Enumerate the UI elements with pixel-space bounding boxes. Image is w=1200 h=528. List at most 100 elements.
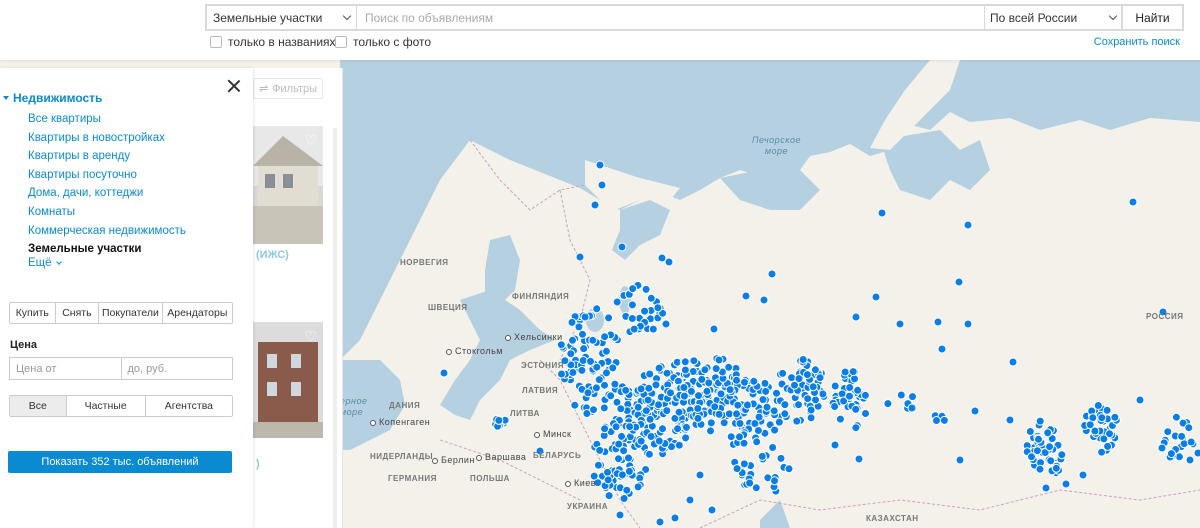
listing-marker[interactable] [1027,452,1036,462]
listing-marker[interactable] [674,440,684,450]
listing-marker[interactable] [594,375,604,385]
listing-marker[interactable] [955,455,965,465]
listing-marker[interactable] [645,369,655,379]
listing-marker[interactable] [579,344,589,354]
listing-marker[interactable] [1103,441,1113,451]
checkbox-box[interactable] [210,36,222,48]
listing-marker[interactable] [658,424,667,434]
listing-marker[interactable] [603,475,613,485]
listing-marker[interactable] [1046,456,1056,466]
listing-marker[interactable] [714,355,724,365]
listing-marker[interactable] [883,399,893,409]
listing-marker[interactable] [636,436,646,446]
listing-marker[interactable] [633,402,643,412]
sidebar-item-4[interactable]: Дома, дачи, коттеджи [28,184,186,203]
listing-marker[interactable] [604,491,614,501]
listing-marker[interactable] [845,383,855,392]
listing-marker[interactable] [757,451,767,461]
listing-marker[interactable] [666,388,675,398]
search-input[interactable]: Поиск по объявлениям [357,6,984,29]
favorite-icon[interactable]: ♡ [304,328,317,345]
listing-marker[interactable] [617,431,626,441]
listing-marker[interactable] [583,388,593,398]
price-to-input[interactable]: до, руб. [122,358,233,379]
listing-marker[interactable] [776,453,786,463]
listing-marker[interactable] [710,402,720,412]
listing-marker[interactable] [662,406,672,416]
listing-marker[interactable] [732,375,741,385]
listing-marker[interactable] [614,454,623,464]
listing-marker[interactable] [908,392,917,402]
listing-marker[interactable] [848,367,858,377]
listing-marker[interactable] [679,383,689,392]
listing-marker[interactable] [702,386,712,396]
listing-marker[interactable] [767,269,777,279]
listing-marker[interactable] [735,432,744,442]
listing-marker[interactable] [1166,449,1176,459]
listing-marker[interactable] [615,510,625,520]
listing-thumbnail[interactable]: ♡ [253,322,323,438]
listing-marker[interactable] [653,303,663,313]
listing-marker[interactable] [578,356,588,365]
scrollbar[interactable] [333,128,337,528]
listing-marker[interactable] [1061,479,1071,489]
listing-title[interactable]: (ИЖС) [256,249,289,261]
price-from-input[interactable]: Цена от [10,358,122,379]
listing-marker[interactable] [566,349,576,359]
listing-marker[interactable] [792,416,802,426]
listing-marker[interactable] [693,404,703,413]
listing-marker[interactable] [1035,464,1045,474]
listing-marker[interactable] [627,300,637,310]
listing-marker[interactable] [780,409,790,419]
listing-marker[interactable] [588,335,598,345]
listing-marker[interactable] [595,160,605,170]
show-results-button[interactable]: Показать 352 тыс. объявлений [8,451,232,473]
listing-marker[interactable] [907,403,917,413]
listing-marker[interactable] [1005,415,1015,425]
listing-marker[interactable] [851,312,861,322]
listing-marker[interactable] [617,470,627,480]
listing-marker[interactable] [803,394,813,404]
listing-marker[interactable] [1097,413,1107,423]
listing-marker[interactable] [628,284,638,294]
listing-marker[interactable] [654,363,664,373]
listing-marker[interactable] [1032,446,1042,456]
favorite-icon[interactable]: ♡ [304,132,317,149]
listing-marker[interactable] [1177,431,1187,441]
listing-marker[interactable] [860,390,870,400]
listing-marker[interactable] [694,391,703,401]
category-select[interactable]: Земельные участки [207,6,357,29]
listing-marker[interactable] [853,385,863,395]
find-button[interactable]: Найти [1121,6,1182,29]
listing-marker[interactable] [774,417,784,427]
listing-marker[interactable] [611,422,621,432]
listing-marker[interactable] [578,329,587,339]
listing-marker[interactable] [753,426,763,435]
listing-marker[interactable] [590,200,600,210]
listing-marker[interactable] [740,377,749,387]
listing-marker[interactable] [762,402,772,412]
listing-marker[interactable] [954,277,964,287]
listing-marker[interactable] [933,317,943,327]
listing-marker[interactable] [662,368,672,378]
listing-marker[interactable] [1157,443,1167,453]
listing-marker[interactable] [641,406,651,416]
listing-marker[interactable] [704,378,714,388]
listing-marker[interactable] [577,365,587,375]
listing-marker[interactable] [612,297,622,307]
listing-marker[interactable] [939,415,949,425]
listing-marker[interactable] [818,389,828,399]
listing-marker[interactable] [815,373,825,383]
listing-marker[interactable] [770,476,779,486]
sidebar-item-6[interactable]: Коммерческая недвижимость [28,222,186,241]
listing-marker[interactable] [1193,448,1200,458]
listing-marker[interactable] [706,426,715,436]
listing-marker[interactable] [695,470,705,480]
listing-marker[interactable] [1008,357,1018,367]
listing-marker[interactable] [719,418,729,428]
listing-marker[interactable] [633,482,643,492]
save-search-link[interactable]: Сохранить поиск [1094,36,1180,48]
listing-marker[interactable] [741,291,751,301]
listing-marker[interactable] [784,464,794,474]
listing-marker[interactable] [861,409,870,418]
